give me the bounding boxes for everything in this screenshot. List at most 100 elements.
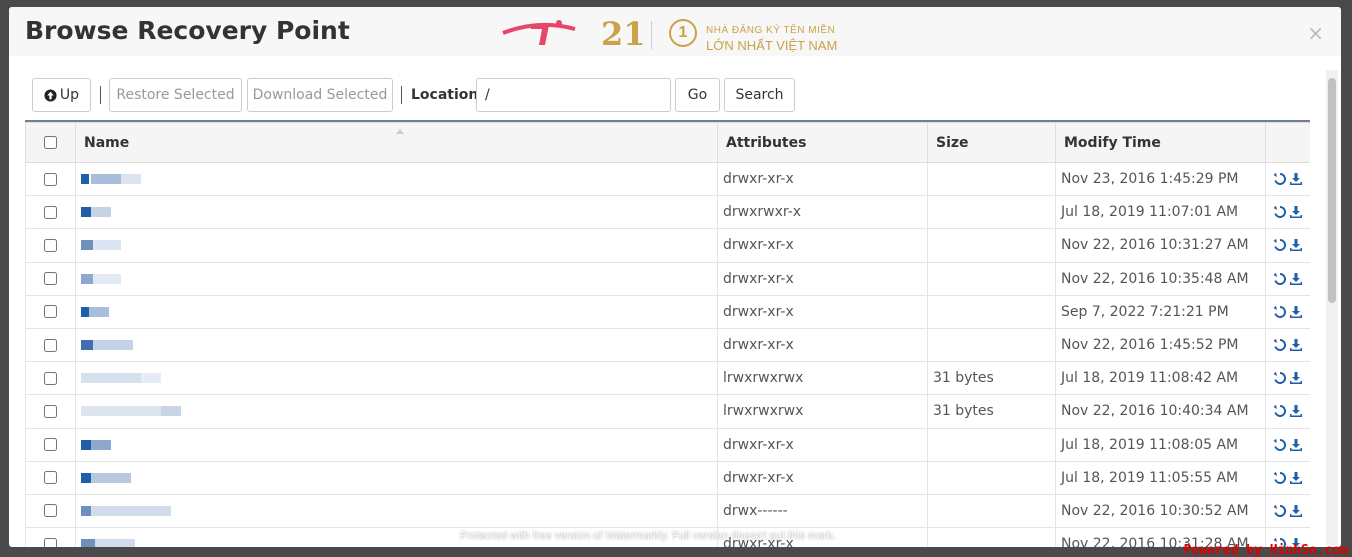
download-icon[interactable] [1289, 471, 1303, 485]
download-icon[interactable] [1289, 305, 1303, 319]
restore-icon[interactable] [1273, 305, 1287, 319]
restore-icon[interactable] [1273, 404, 1287, 418]
row-checkbox[interactable] [44, 504, 57, 518]
table-header-row: Name Attributes Size Modify Time [25, 122, 1310, 163]
row-name-cell[interactable] [75, 327, 718, 363]
row-name-cell[interactable] [75, 228, 718, 263]
modal-title: Browse Recovery Point [25, 16, 350, 45]
up-button[interactable]: Up [32, 78, 91, 112]
row-checkbox[interactable] [44, 338, 57, 352]
scrollbar-thumb[interactable] [1328, 78, 1336, 303]
table-row[interactable]: drwxr-xr-x Jul 18, 2019 11:05:55 AM [25, 460, 1310, 495]
row-name-cell[interactable] [75, 261, 718, 296]
restore-icon[interactable] [1273, 338, 1287, 352]
row-checkbox[interactable] [44, 272, 57, 286]
table-row[interactable]: drwxr-xr-x Nov 22, 2016 1:45:52 PM [25, 327, 1310, 363]
row-select-cell [25, 161, 76, 197]
row-checkbox[interactable] [44, 205, 57, 219]
toolbar-separator [401, 86, 402, 104]
row-actions [1265, 261, 1310, 296]
download-icon[interactable] [1289, 172, 1303, 186]
row-checkbox[interactable] [44, 471, 57, 485]
row-checkbox[interactable] [44, 404, 57, 418]
file-table: Name Attributes Size Modify Time drwxr-x… [25, 122, 1310, 547]
download-icon[interactable] [1289, 238, 1303, 252]
table-row[interactable]: lrwxrwxrwx 31 bytes Nov 22, 2016 10:40:3… [25, 394, 1310, 429]
row-name-cell[interactable] [75, 493, 718, 529]
download-icon[interactable] [1289, 371, 1303, 385]
redacted-filename [81, 466, 231, 490]
table-row[interactable]: drwxrwxr-x Jul 18, 2019 11:07:01 AM [25, 195, 1310, 230]
row-size [927, 228, 1056, 263]
row-name-cell[interactable] [75, 294, 718, 329]
download-icon[interactable] [1289, 504, 1303, 518]
column-header-attributes[interactable]: Attributes [717, 122, 928, 163]
row-attributes: drwx------ [717, 493, 928, 529]
close-button[interactable]: × [1307, 21, 1324, 45]
row-name-cell[interactable] [75, 195, 718, 230]
table-row[interactable]: drwxr-xr-x Jul 18, 2019 11:08:05 AM [25, 427, 1310, 462]
vertical-scrollbar[interactable] [1326, 70, 1338, 545]
table-row[interactable]: drwxr-xr-x Nov 22, 2016 10:31:27 AM [25, 228, 1310, 263]
row-attributes: drwxr-xr-x [717, 228, 928, 263]
row-name-cell[interactable] [75, 161, 718, 197]
restore-icon[interactable] [1273, 238, 1287, 252]
row-name-cell[interactable] [75, 394, 718, 429]
restore-icon[interactable] [1273, 438, 1287, 452]
brand-logo-icon [502, 20, 576, 45]
table-row[interactable]: drwxr-xr-x Nov 22, 2016 10:35:48 AM [25, 261, 1310, 296]
row-name-cell[interactable] [75, 427, 718, 462]
table-row[interactable]: drwxr-xr-x Nov 23, 2016 1:45:29 PM [25, 161, 1310, 197]
column-header-name[interactable]: Name [75, 122, 718, 163]
search-button[interactable]: Search [724, 78, 795, 112]
row-checkbox[interactable] [44, 438, 57, 452]
row-checkbox[interactable] [44, 172, 57, 186]
row-attributes: drwxr-xr-x [717, 161, 928, 197]
row-name-cell[interactable] [75, 361, 718, 396]
download-icon[interactable] [1289, 338, 1303, 352]
row-modify-time: Nov 22, 2016 10:30:52 AM [1055, 493, 1266, 529]
select-all-checkbox[interactable] [44, 136, 57, 149]
restore-selected-button[interactable]: Restore Selected [109, 78, 242, 112]
row-select-cell [25, 261, 76, 296]
row-actions [1265, 394, 1310, 429]
row-actions [1265, 427, 1310, 462]
row-select-cell [25, 460, 76, 495]
row-select-cell [25, 195, 76, 230]
table-row[interactable]: lrwxrwxrwx 31 bytes Jul 18, 2019 11:08:4… [25, 361, 1310, 396]
row-select-cell [25, 294, 76, 329]
restore-icon[interactable] [1273, 504, 1287, 518]
restore-icon[interactable] [1273, 371, 1287, 385]
column-header-modify-time[interactable]: Modify Time [1055, 122, 1266, 163]
row-size [927, 427, 1056, 462]
restore-icon[interactable] [1273, 205, 1287, 219]
download-icon[interactable] [1289, 404, 1303, 418]
row-modify-time: Nov 22, 2016 10:40:34 AM [1055, 394, 1266, 429]
row-size [927, 294, 1056, 329]
table-row[interactable]: drwx------ Nov 22, 2016 10:30:52 AM [25, 493, 1310, 529]
row-size [927, 460, 1056, 495]
download-selected-button[interactable]: Download Selected [247, 78, 393, 112]
redacted-filename [81, 200, 231, 224]
modal-header: Browse Recovery Point 21 1 NHÀ ĐĂNG KÝ T… [9, 7, 1341, 56]
row-size: 31 bytes [927, 394, 1056, 429]
row-checkbox[interactable] [44, 305, 57, 319]
restore-icon[interactable] [1273, 272, 1287, 286]
download-icon[interactable] [1289, 205, 1303, 219]
row-attributes: drwxrwxr-x [717, 195, 928, 230]
row-size [927, 327, 1056, 363]
download-icon[interactable] [1289, 272, 1303, 286]
row-select-cell [25, 394, 76, 429]
table-row[interactable]: drwxr-xr-x Sep 7, 2022 7:21:21 PM [25, 294, 1310, 329]
download-icon[interactable] [1289, 438, 1303, 452]
location-input[interactable] [476, 78, 671, 112]
go-button[interactable]: Go [675, 78, 720, 112]
row-checkbox[interactable] [44, 371, 57, 385]
restore-icon[interactable] [1273, 172, 1287, 186]
row-name-cell[interactable] [75, 460, 718, 495]
row-checkbox[interactable] [44, 238, 57, 252]
column-header-size[interactable]: Size [927, 122, 1056, 163]
restore-icon[interactable] [1273, 471, 1287, 485]
row-size [927, 161, 1056, 197]
row-checkbox[interactable] [44, 537, 57, 547]
